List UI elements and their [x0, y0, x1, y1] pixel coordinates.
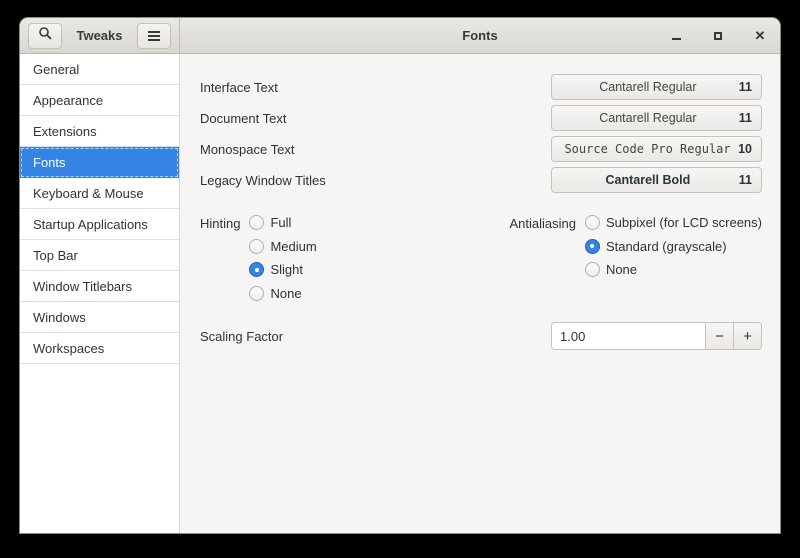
radio-checked-icon	[584, 238, 600, 254]
radio-label: Subpixel (for LCD screens)	[605, 215, 762, 231]
menu-button[interactable]	[136, 22, 171, 49]
close-icon: ✕	[754, 28, 766, 43]
sidebar-item-workspaces[interactable]: Workspaces	[20, 333, 179, 364]
radio-label: Standard (grayscale)	[605, 238, 727, 254]
document-text-label: Document Text	[200, 110, 287, 126]
legacy-window-titles-row: Legacy Window Titles Cantarell Bold 11	[200, 167, 762, 193]
sidebar-item-extensions[interactable]: Extensions	[20, 116, 179, 147]
sidebar-header: Tweaks	[20, 18, 180, 53]
radio-label: None	[270, 285, 302, 301]
maximize-button[interactable]	[708, 26, 728, 46]
increase-button[interactable]: +	[733, 323, 761, 349]
document-text-row: Document Text Cantarell Regular 11	[200, 105, 762, 131]
search-icon	[38, 26, 52, 45]
font-size: 11	[738, 111, 752, 125]
legacy-window-titles-label: Legacy Window Titles	[200, 172, 326, 188]
sidebar-item-top-bar[interactable]: Top Bar	[20, 240, 179, 271]
radio-icon	[249, 238, 265, 254]
main-header: Fonts ✕	[180, 18, 780, 53]
sidebar: General Appearance Extensions Fonts Keyb…	[20, 54, 180, 533]
radio-label: Medium	[270, 238, 317, 254]
sidebar-item-window-titlebars[interactable]: Window Titlebars	[20, 271, 179, 302]
antialiasing-option-none[interactable]: None	[584, 258, 762, 282]
radio-label: Slight	[270, 262, 303, 278]
antialiasing-option-subpixel[interactable]: Subpixel (for LCD screens)	[584, 211, 762, 235]
hinting-option-full[interactable]: Full	[249, 211, 316, 235]
fonts-page: Interface Text Cantarell Regular 11 Docu…	[180, 54, 780, 533]
hinting-option-medium[interactable]: Medium	[249, 235, 317, 259]
decrease-button[interactable]: −	[705, 323, 733, 349]
sidebar-item-appearance[interactable]: Appearance	[20, 85, 179, 116]
font-name: Cantarell Regular	[599, 80, 697, 94]
radio-checked-icon	[249, 262, 265, 278]
tweaks-window: Tweaks Fonts ✕ General Appearance Extens…	[20, 18, 780, 533]
radio-icon	[584, 215, 600, 231]
font-size: 11	[738, 80, 752, 94]
search-button[interactable]	[28, 22, 62, 49]
app-title: Tweaks	[76, 28, 123, 43]
interface-text-label: Interface Text	[200, 79, 278, 95]
hinting-options: Full Medium Slight None	[249, 211, 317, 306]
interface-text-font-button[interactable]: Cantarell Regular 11	[551, 74, 762, 100]
antialiasing-option-standard[interactable]: Standard (grayscale)	[584, 235, 762, 259]
antialiasing-options: Subpixel (for LCD screens) Standard (gra…	[584, 211, 762, 305]
page-title: Fonts	[462, 28, 498, 43]
radio-icon	[584, 262, 600, 278]
font-size: 11	[738, 173, 752, 187]
scaling-factor-spinbox: − +	[551, 322, 762, 350]
hinting-label: Hinting	[200, 215, 241, 231]
antialiasing-group: Antialiasing Subpixel (for LCD screens) …	[509, 211, 762, 305]
rendering-options: Hinting Full Medium Slight None Antialia…	[200, 211, 762, 305]
scaling-factor-label: Scaling Factor	[200, 328, 284, 344]
document-text-font-button[interactable]: Cantarell Regular 11	[551, 105, 762, 131]
hinting-option-slight[interactable]: Slight	[249, 258, 316, 282]
sidebar-item-keyboard-mouse[interactable]: Keyboard & Mouse	[20, 178, 179, 209]
monospace-text-label: Monospace Text	[200, 141, 295, 157]
legacy-window-titles-font-button[interactable]: Cantarell Bold 11	[551, 167, 762, 193]
font-size: 10	[738, 142, 752, 156]
font-name: Cantarell Bold	[605, 173, 691, 187]
scaling-factor-input[interactable]	[552, 323, 705, 349]
titlebar: Tweaks Fonts ✕	[20, 18, 780, 54]
close-button[interactable]: ✕	[750, 26, 770, 46]
antialiasing-label: Antialiasing	[509, 215, 576, 231]
radio-icon	[249, 285, 265, 301]
sidebar-item-fonts[interactable]: Fonts	[20, 147, 179, 178]
interface-text-row: Interface Text Cantarell Regular 11	[200, 74, 762, 100]
monospace-text-row: Monospace Text Source Code Pro Regular 1…	[200, 136, 762, 162]
radio-label: Full	[270, 215, 292, 231]
maximize-icon	[714, 31, 722, 40]
hinting-group: Hinting Full Medium Slight None	[200, 211, 317, 305]
sidebar-item-general[interactable]: General	[20, 54, 179, 85]
scaling-factor-row: Scaling Factor − +	[200, 322, 762, 350]
monospace-text-font-button[interactable]: Source Code Pro Regular 10	[551, 136, 762, 162]
window-body: General Appearance Extensions Fonts Keyb…	[20, 54, 780, 533]
hinting-option-none[interactable]: None	[249, 282, 316, 306]
hamburger-menu-icon	[147, 30, 160, 41]
sidebar-item-windows[interactable]: Windows	[20, 302, 179, 333]
minimize-button[interactable]	[666, 26, 686, 46]
radio-icon	[249, 215, 265, 231]
minimize-icon	[671, 37, 681, 40]
window-controls: ✕	[666, 18, 770, 53]
sidebar-item-startup-applications[interactable]: Startup Applications	[20, 209, 179, 240]
radio-label: None	[605, 262, 638, 278]
font-name: Source Code Pro Regular	[564, 142, 731, 156]
font-name: Cantarell Regular	[599, 111, 697, 125]
